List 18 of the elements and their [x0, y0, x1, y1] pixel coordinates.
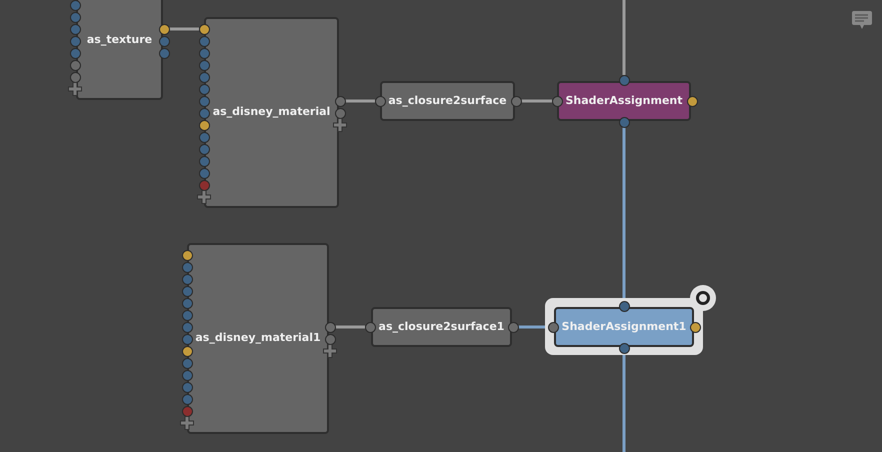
ring-icon[interactable] — [690, 285, 716, 311]
plus-icon[interactable] — [180, 416, 194, 430]
shader-node[interactable]: as_texture — [76, 0, 163, 100]
connection-wire — [169, 28, 199, 30]
connection-wire — [518, 326, 548, 328]
connection-wire — [335, 326, 365, 328]
connection-wire — [521, 100, 552, 102]
comment-icon[interactable] — [852, 11, 872, 30]
shader-node[interactable]: as_disney_material1 — [187, 243, 329, 434]
plus-icon[interactable] — [68, 82, 82, 96]
shader-node[interactable]: as_disney_material — [204, 17, 339, 208]
connection-wire — [345, 100, 375, 102]
plus-icon[interactable] — [323, 344, 337, 358]
plus-icon[interactable] — [333, 118, 347, 132]
shader-node[interactable]: as_closure2surface — [380, 81, 515, 121]
shader-node[interactable]: ShaderAssignment — [557, 81, 691, 121]
shader-node[interactable]: as_closure2surface1 — [371, 307, 512, 347]
plus-icon[interactable] — [197, 190, 211, 204]
